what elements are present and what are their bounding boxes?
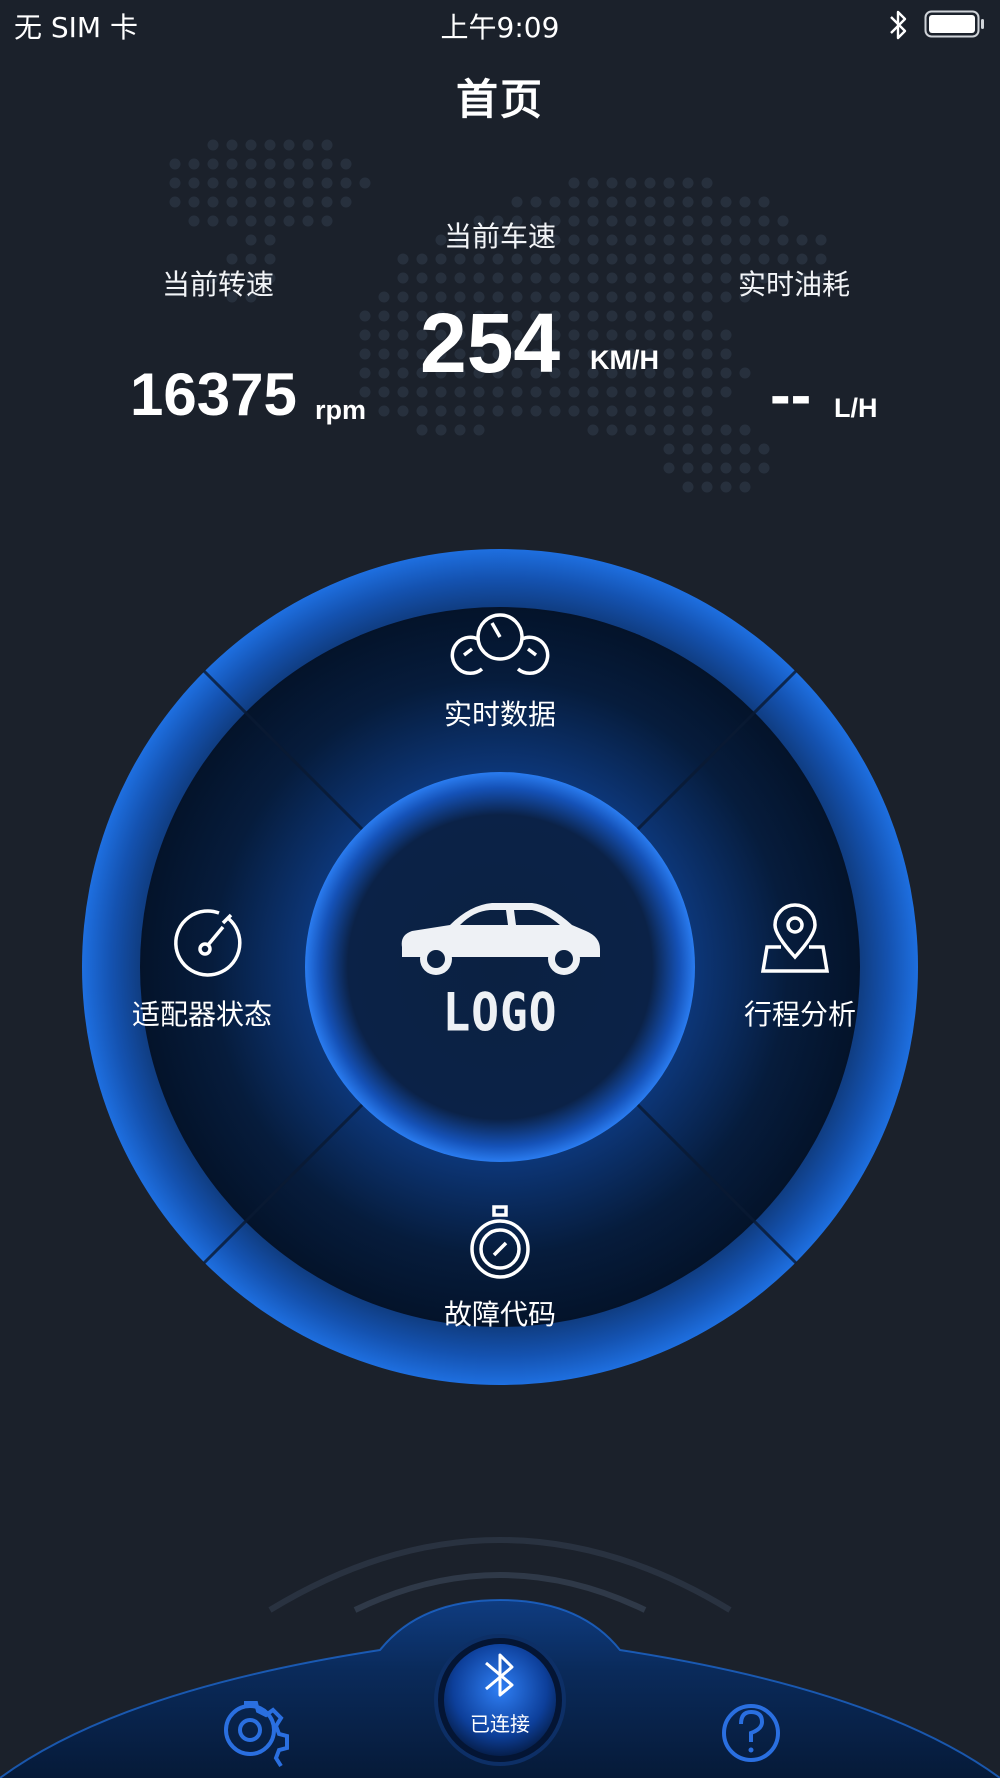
rpm-value: 16375 (130, 361, 297, 428)
battery-icon (924, 10, 984, 38)
menu-realtime-label: 实时数据 (443, 698, 556, 731)
fuel-unit: L/H (834, 393, 878, 423)
status-time: 上午9:09 (440, 11, 560, 44)
rpm-label: 当前转速 (161, 268, 274, 301)
fuel-label: 实时油耗 (737, 268, 850, 301)
speed-label: 当前车速 (443, 220, 556, 253)
page-title: 首页 (455, 75, 544, 124)
brand-logo: LOGO (442, 980, 558, 1044)
menu-fault-label: 故障代码 (443, 1298, 556, 1331)
speed-value: 254 (420, 296, 561, 390)
rpm-unit: rpm (315, 395, 367, 425)
settings-button[interactable] (215, 1698, 285, 1768)
connection-status-label: 已连接 (470, 1712, 530, 1736)
help-button[interactable] (718, 1700, 784, 1766)
speed-unit: KM/H (590, 345, 659, 375)
fuel-value: -- (770, 361, 812, 430)
bluetooth-status-icon (890, 10, 907, 40)
bluetooth-connect-button[interactable] (440, 1640, 560, 1760)
